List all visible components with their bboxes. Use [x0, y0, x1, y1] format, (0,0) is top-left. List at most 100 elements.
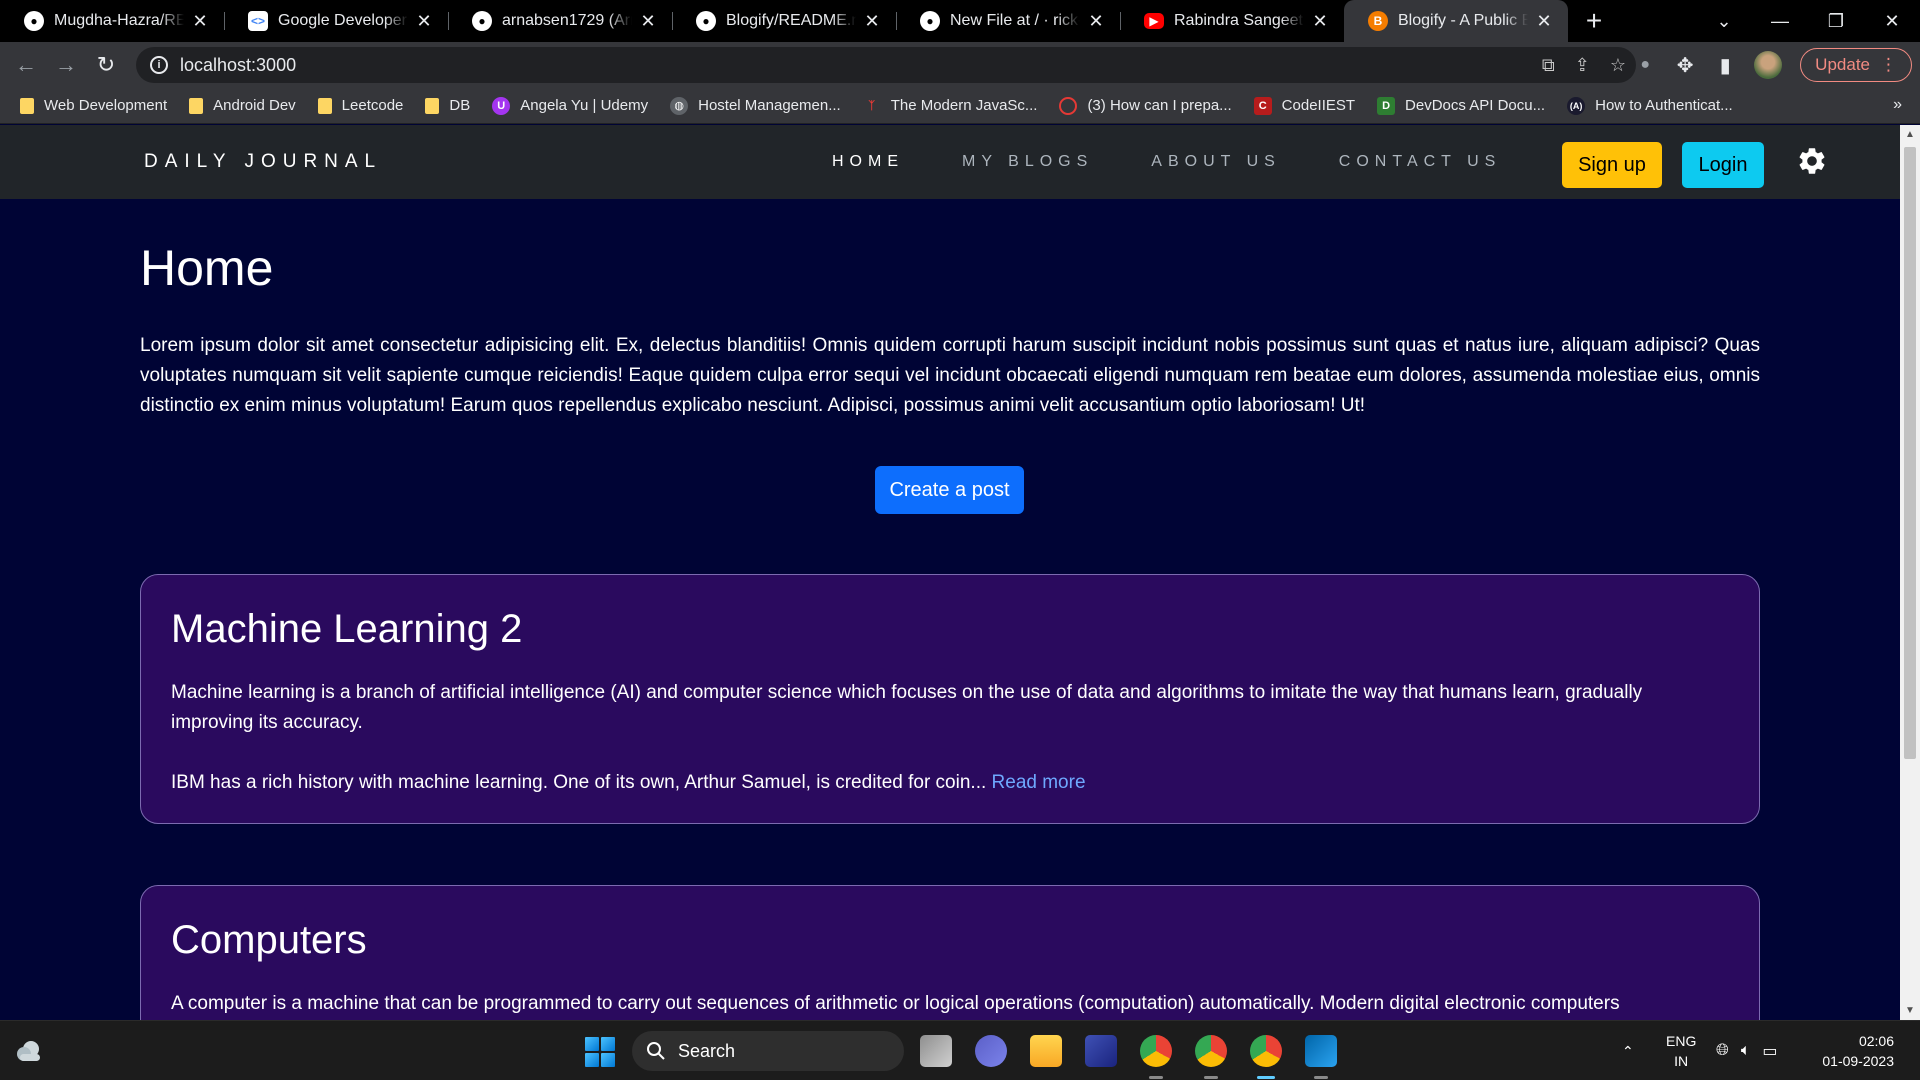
bookmark-label: DevDocs API Docu...: [1405, 97, 1546, 114]
close-tab-icon[interactable]: ✕: [1086, 11, 1106, 32]
post-excerpt: IBM has a rich history with machine lear…: [171, 768, 1729, 798]
taskbar-clock[interactable]: 02:06 01-09-2023: [1822, 1031, 1894, 1071]
profile-avatar[interactable]: [1754, 51, 1783, 79]
back-icon[interactable]: ←: [6, 45, 46, 85]
github-icon: ●: [920, 11, 940, 31]
chrome-active-icon[interactable]: [1250, 1035, 1282, 1079]
bookmark-item[interactable]: Leetcode: [317, 97, 403, 114]
dev-app-icon[interactable]: [1085, 1035, 1117, 1067]
chrome-profile-icon[interactable]: [1195, 1035, 1227, 1079]
taskbar-search-box[interactable]: Search: [632, 1031, 904, 1071]
windows-start-icon[interactable]: [585, 1037, 615, 1067]
youtube-icon: ▶: [1144, 13, 1164, 29]
site-navbar: DAILY JOURNAL HOME MY BLOGS ABOUT US CON…: [0, 125, 1900, 199]
bookmark-item[interactable]: ᛉ The Modern JavaSc...: [863, 97, 1037, 115]
post-body: A computer is a machine that can be prog…: [171, 993, 1620, 1014]
sign-up-button[interactable]: Sign up: [1562, 142, 1662, 188]
close-tab-icon[interactable]: ✕: [414, 11, 434, 32]
theme-toggle-gear-icon[interactable]: [1796, 145, 1828, 177]
bookmark-item[interactable]: U Angela Yu | Udemy: [492, 96, 648, 115]
battery-icon: ▭: [1762, 1043, 1778, 1060]
bookmark-label: Hostel Managemen...: [698, 97, 841, 114]
puzzle-extensions-icon[interactable]: ✥: [1674, 53, 1696, 78]
translate-icon[interactable]: ⧉: [1542, 55, 1555, 76]
windows-taskbar: Search ⌃ ENG IN 🌐︎ 🔈︎ ▭ 02:06 01-09-2023: [0, 1020, 1920, 1080]
language-indicator[interactable]: ENG IN: [1666, 1031, 1696, 1071]
bookmark-label: Web Development: [44, 97, 168, 114]
close-window-icon[interactable]: ✕: [1864, 11, 1920, 32]
page-scrollbar[interactable]: ▲ ▼: [1900, 125, 1920, 1020]
login-button[interactable]: Login: [1682, 142, 1764, 188]
post-title: Computers: [171, 918, 367, 962]
globe-icon: ◍: [670, 96, 689, 115]
browser-tab[interactable]: ▶ Rabindra Sangeet | Sa ✕: [1120, 0, 1344, 42]
address-bar[interactable]: i localhost:3000 ⧉ ⇪ ☆: [136, 47, 1636, 83]
bookmarks-bar: Web Development Android Dev Leetcode DB …: [0, 88, 1920, 124]
chrome-icon[interactable]: [1140, 1035, 1172, 1079]
site-info-icon[interactable]: i: [150, 56, 168, 74]
tab-title: Blogify/README.md at: [726, 12, 856, 29]
read-more-link[interactable]: Read more: [992, 772, 1086, 793]
task-view-icon[interactable]: [920, 1035, 952, 1067]
bookmark-item[interactable]: (A) How to Authenticat...: [1567, 96, 1733, 115]
update-button[interactable]: Update ⋮: [1800, 48, 1912, 82]
bookmark-item[interactable]: DB: [425, 97, 470, 114]
minimize-icon[interactable]: —: [1752, 11, 1808, 32]
browser-tab[interactable]: <> Google Developer Groups ✕: [224, 0, 448, 42]
more-bookmarks-icon[interactable]: »: [1893, 96, 1902, 114]
scroll-up-arrow-icon[interactable]: ▲: [1905, 129, 1915, 140]
scroll-down-arrow-icon[interactable]: ▼: [1905, 1005, 1915, 1016]
nav-link-my-blogs[interactable]: MY BLOGS: [962, 153, 1093, 171]
forward-icon[interactable]: →: [46, 45, 86, 85]
site-brand[interactable]: DAILY JOURNAL: [144, 125, 382, 199]
side-panel-icon[interactable]: ▮: [1714, 53, 1736, 78]
nav-link-home[interactable]: HOME: [832, 153, 904, 171]
bookmark-label: Android Dev: [213, 97, 296, 114]
bookmark-item[interactable]: ◍ Hostel Managemen...: [670, 96, 841, 115]
system-tray[interactable]: 🌐︎ 🔈︎ ▭: [1716, 1021, 1778, 1080]
browser-tab[interactable]: ● Blogify/README.md at ✕: [672, 0, 896, 42]
page-content: Home Lorem ipsum dolor sit amet consecte…: [0, 199, 1900, 1020]
vscode-icon[interactable]: [1305, 1035, 1337, 1079]
new-tab-button[interactable]: +: [1568, 0, 1620, 42]
folder-icon: [189, 97, 204, 114]
extension-icon[interactable]: ●: [1634, 56, 1656, 74]
weather-cloud-icon[interactable]: [14, 1037, 44, 1065]
tab-search-icon[interactable]: ⌄: [1696, 11, 1752, 32]
close-tab-icon[interactable]: ✕: [190, 11, 210, 32]
taskbar-search-label: Search: [678, 1040, 736, 1061]
bookmark-item[interactable]: (3) How can I prepa...: [1059, 96, 1232, 115]
nav-link-about-us[interactable]: ABOUT US: [1151, 153, 1281, 171]
browser-tab[interactable]: ● New File at / · rick-12 ✕: [896, 0, 1120, 42]
close-tab-icon[interactable]: ✕: [1310, 11, 1330, 32]
reload-icon[interactable]: ↻: [86, 45, 126, 85]
tab-title: Blogify - A Public Blog: [1398, 12, 1528, 29]
browser-tab-active[interactable]: B Blogify - A Public Blog ✕: [1344, 0, 1568, 42]
bookmark-item[interactable]: Android Dev: [189, 97, 296, 114]
scrollbar-thumb[interactable]: [1904, 147, 1916, 759]
show-hidden-icons-chevron-icon[interactable]: ⌃: [1622, 1021, 1634, 1080]
file-explorer-icon[interactable]: [1030, 1035, 1062, 1067]
bookmark-item[interactable]: D DevDocs API Docu...: [1377, 96, 1546, 115]
nav-link-contact-us[interactable]: CONTACT US: [1339, 153, 1502, 171]
github-icon: ●: [696, 11, 716, 31]
share-icon[interactable]: ⇪: [1575, 55, 1590, 76]
close-tab-icon[interactable]: ✕: [638, 11, 658, 32]
teams-chat-icon[interactable]: [975, 1035, 1007, 1067]
bookmark-item[interactable]: Web Development: [20, 97, 167, 114]
bookmark-star-icon[interactable]: ☆: [1610, 55, 1626, 76]
close-tab-icon[interactable]: ✕: [1534, 11, 1554, 32]
create-post-button[interactable]: Create a post: [875, 466, 1024, 514]
gdg-icon: <>: [248, 11, 268, 31]
post-card: Computers A computer is a machine that c…: [140, 885, 1760, 1020]
restore-icon[interactable]: ❐: [1808, 11, 1864, 32]
bookmark-label: How to Authenticat...: [1595, 97, 1733, 114]
browser-tab[interactable]: ● arnabsen1729 (Arnab ✕: [448, 0, 672, 42]
folder-icon: [425, 97, 440, 114]
angular-icon: (A): [1567, 96, 1586, 115]
close-tab-icon[interactable]: ✕: [862, 11, 882, 32]
bookmark-item[interactable]: C CodeIIEST: [1253, 96, 1355, 115]
update-label: Update: [1815, 55, 1870, 74]
page-title: Home: [140, 240, 274, 296]
browser-tab[interactable]: ● Mugdha-Hazra/README ✕: [0, 0, 224, 42]
